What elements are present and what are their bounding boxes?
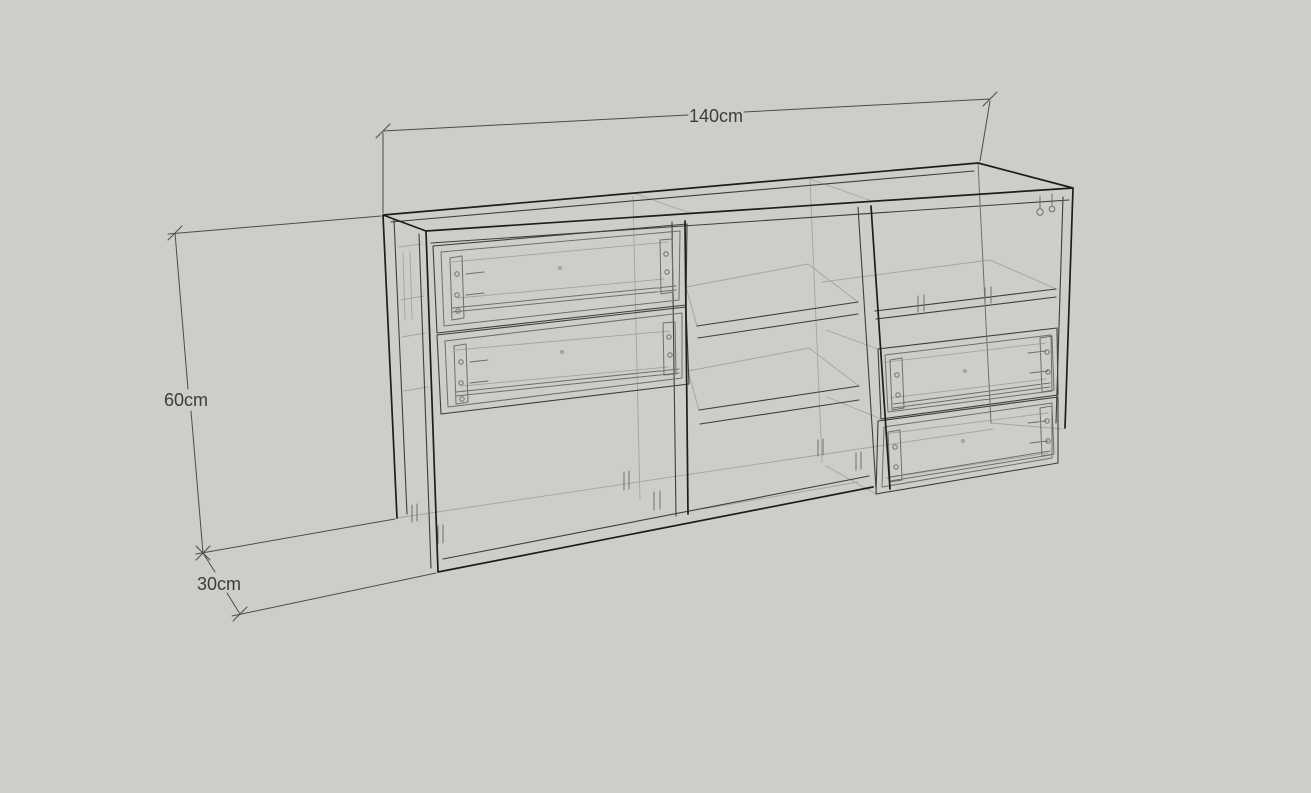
screw-and-dowel-markers [455,206,1055,469]
drawer-and-shelf-fronts [433,224,1058,494]
width-dimension-lines [376,92,997,213]
depth-dimension-label: 30cm [197,574,241,594]
viewport-3d: 140cm 60cm 30cm [0,0,1311,793]
hidden-lines [397,179,1062,518]
height-dimension-label: 60cm [164,390,208,410]
furniture-wireframe-canvas: 140cm 60cm 30cm [0,0,1311,793]
height-dimension-lines [168,216,395,560]
carcass-profile-edges [383,163,1073,572]
width-dimension-label: 140cm [689,106,743,126]
dimension-depth: 30cm [197,553,436,621]
carcass-inner-edges [391,171,1069,568]
dimension-width: 140cm [376,92,997,213]
cabinet-wireframe [383,163,1073,572]
dimension-height: 60cm [164,216,395,560]
